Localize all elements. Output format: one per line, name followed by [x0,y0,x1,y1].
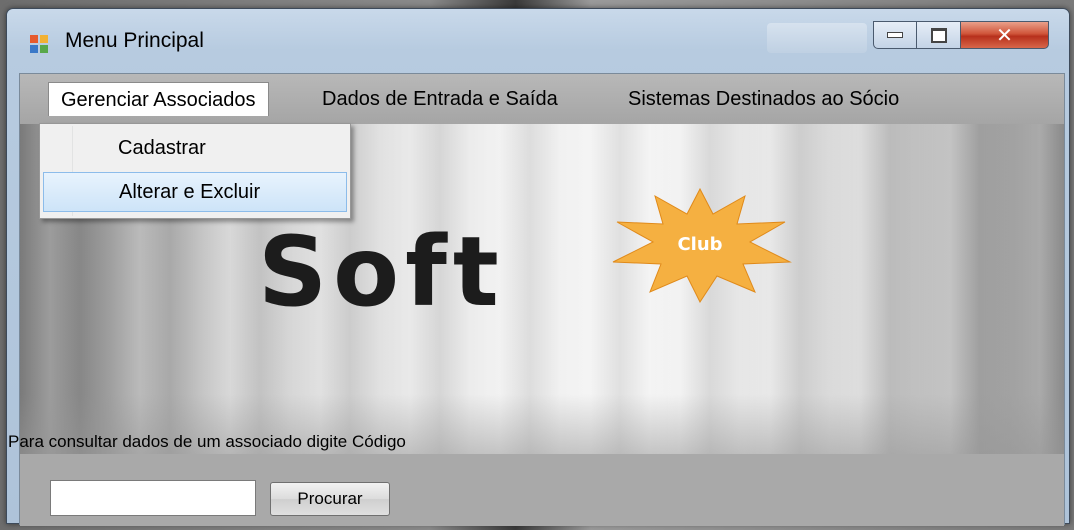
minimize-icon [887,32,903,38]
close-button[interactable]: ✕ [961,21,1049,49]
club-badge-icon: Club [612,187,792,304]
background-window-tab [767,23,867,53]
search-button[interactable]: Procurar [270,482,390,516]
menu-bar: Gerenciar Associados Dados de Entrada e … [20,74,1064,124]
title-bar[interactable]: Menu Principal ✕ [7,9,1069,71]
menu-sistemas-socio[interactable]: Sistemas Destinados ao Sócio [616,82,911,116]
main-window: Menu Principal ✕ Soft Club Gerenciar Ass… [6,8,1070,526]
menu-item-alterar-excluir[interactable]: Alterar e Excluir [43,172,347,212]
dropdown-menu: Cadastrar Alterar e Excluir [39,123,351,219]
menu-dados-entrada-saida[interactable]: Dados de Entrada e Saída [310,82,570,116]
close-icon: ✕ [996,23,1013,47]
code-input[interactable] [50,480,256,516]
search-prompt-label: Para consultar dados de um associado dig… [8,432,406,451]
app-icon [29,34,49,54]
minimize-button[interactable] [873,21,917,49]
maximize-icon [930,27,947,43]
menu-item-cadastrar[interactable]: Cadastrar [43,128,347,168]
badge-text: Club [677,234,722,255]
maximize-button[interactable] [917,21,961,49]
window-title: Menu Principal [65,29,204,52]
menu-gerenciar-associados[interactable]: Gerenciar Associados [48,82,269,116]
logo-text: Soft [258,216,505,328]
